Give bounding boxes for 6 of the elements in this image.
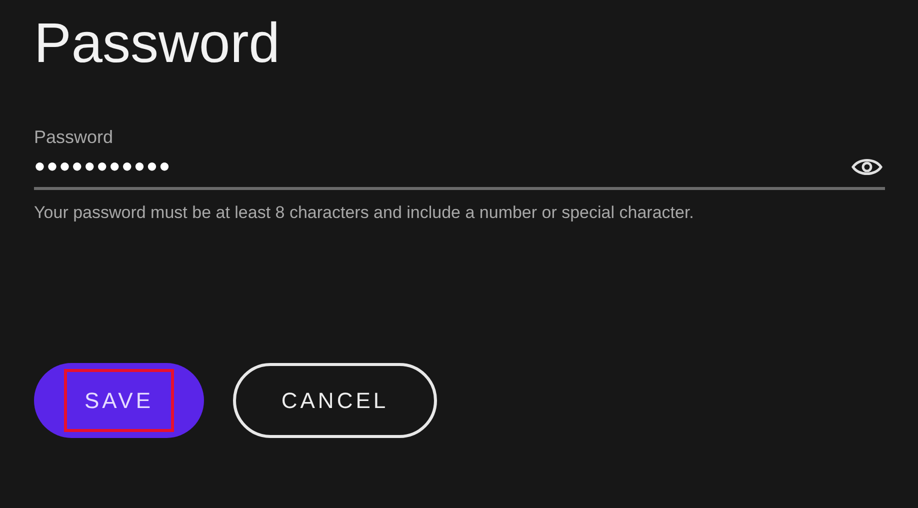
page-title: Password bbox=[34, 12, 281, 74]
save-button[interactable]: SAVE bbox=[34, 362, 204, 438]
field-label: Password bbox=[34, 126, 114, 149]
password-field[interactable]: ●●●●●●●●●●● bbox=[34, 152, 851, 182]
helper-text: Your password must be at least 8 characters and include a number or special character. bbox=[34, 202, 695, 224]
cancel-button[interactable]: CANCEL bbox=[233, 362, 437, 438]
